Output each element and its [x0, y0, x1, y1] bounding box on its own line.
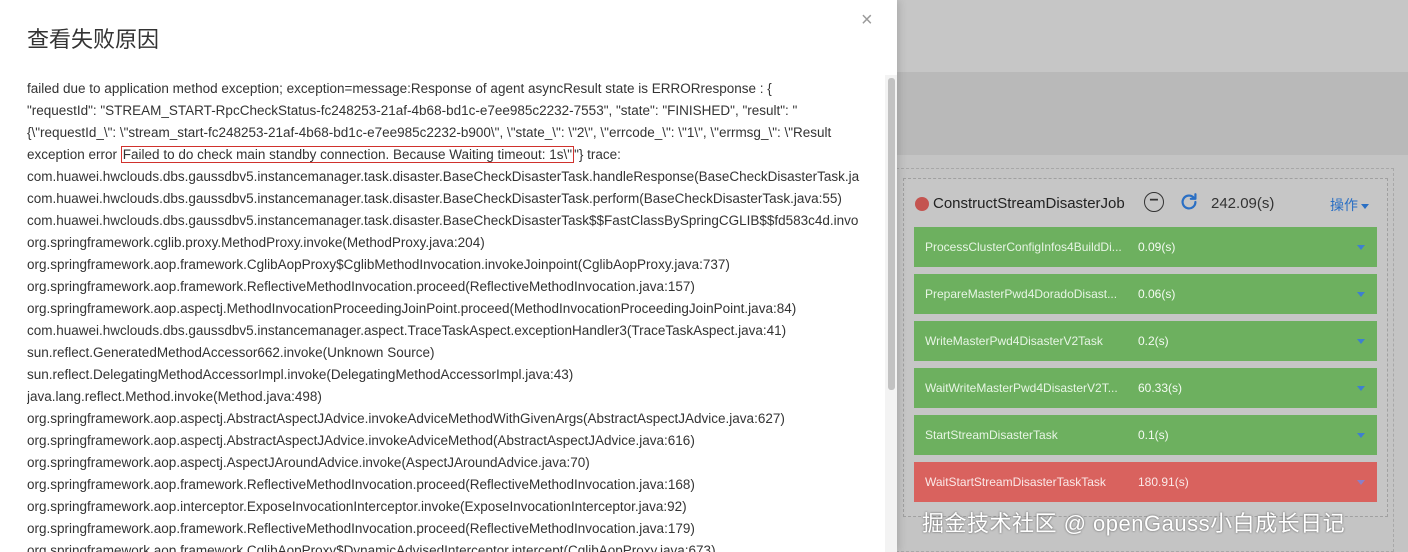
- task-time: 0.06(s): [1138, 287, 1176, 301]
- log-line: com.huawei.hwclouds.dbs.gaussdbv5.instan…: [27, 213, 859, 228]
- task-name: ProcessClusterConfigInfos4BuildDi...: [925, 240, 1122, 254]
- watermark: 掘金技术社区 @ openGauss小白成长日记: [922, 511, 1346, 536]
- job-elapsed-time: 242.09(s): [1211, 195, 1275, 212]
- job-header: ConstructStreamDisasterJob − 242.09(s) 操…: [914, 186, 1379, 222]
- task-row[interactable]: WriteMasterPwd4DisasterV2Task 0.2(s): [914, 321, 1377, 361]
- task-name: WriteMasterPwd4DisasterV2Task: [925, 334, 1103, 348]
- task-time: 0.2(s): [1138, 334, 1169, 348]
- log-line: sun.reflect.GeneratedMethodAccessor662.i…: [27, 345, 435, 360]
- log-line: com.huawei.hwclouds.dbs.gaussdbv5.instan…: [27, 323, 787, 338]
- operations-label: 操作: [1330, 197, 1358, 213]
- refresh-icon[interactable]: [1178, 191, 1200, 213]
- log-text: exception error: [27, 147, 121, 162]
- task-row[interactable]: PrepareMasterPwd4DoradoDisast... 0.06(s): [914, 274, 1377, 314]
- task-name: WaitStartStreamDisasterTaskTask: [925, 475, 1106, 489]
- job-status-dot: [915, 197, 929, 211]
- log-line-highlighted: exception error Failed to do check main …: [27, 145, 621, 165]
- error-log: failed due to application method excepti…: [27, 79, 887, 552]
- log-line: org.springframework.aop.framework.CglibA…: [27, 257, 730, 272]
- log-line: com.huawei.hwclouds.dbs.gaussdbv5.instan…: [27, 169, 860, 184]
- collapse-button[interactable]: −: [1144, 192, 1164, 212]
- task-row[interactable]: StartStreamDisasterTask 0.1(s): [914, 415, 1377, 455]
- chevron-down-icon[interactable]: [1357, 480, 1365, 485]
- log-line: org.springframework.aop.aspectj.Abstract…: [27, 411, 785, 426]
- task-name: WaitWriteMasterPwd4DisasterV2T...: [925, 381, 1118, 395]
- task-row[interactable]: ProcessClusterConfigInfos4BuildDi... 0.0…: [914, 227, 1377, 267]
- log-line: java.lang.reflect.Method.invoke(Method.j…: [27, 389, 322, 404]
- log-line: org.springframework.aop.framework.Reflec…: [27, 279, 695, 294]
- chevron-down-icon[interactable]: [1357, 245, 1365, 250]
- log-line: org.springframework.aop.aspectj.MethodIn…: [27, 301, 797, 316]
- task-name: PrepareMasterPwd4DoradoDisast...: [925, 287, 1118, 301]
- log-line: sun.reflect.DelegatingMethodAccessorImpl…: [27, 367, 574, 382]
- log-text: "} trace:: [574, 147, 621, 162]
- task-time: 60.33(s): [1138, 381, 1183, 395]
- task-row-failed[interactable]: WaitStartStreamDisasterTaskTask 180.91(s…: [914, 462, 1377, 502]
- chevron-down-icon[interactable]: [1357, 292, 1365, 297]
- log-line: failed due to application method excepti…: [27, 81, 772, 96]
- task-time: 180.91(s): [1138, 475, 1189, 489]
- log-line: org.springframework.aop.framework.Reflec…: [27, 521, 695, 536]
- task-time: 0.1(s): [1138, 428, 1169, 442]
- chevron-down-icon: [1361, 203, 1369, 209]
- chevron-down-icon[interactable]: [1357, 339, 1365, 344]
- highlighted-error: Failed to do check main standby connecti…: [120, 146, 575, 163]
- close-icon[interactable]: ×: [861, 9, 873, 32]
- operations-dropdown[interactable]: 操作: [1330, 195, 1369, 215]
- log-line: "requestId": "STREAM_START-RpcCheckStatu…: [27, 103, 798, 118]
- chevron-down-icon[interactable]: [1357, 433, 1365, 438]
- job-title: ConstructStreamDisasterJob: [933, 195, 1125, 212]
- chevron-down-icon[interactable]: [1357, 386, 1365, 391]
- log-line: com.huawei.hwclouds.dbs.gaussdbv5.instan…: [27, 191, 842, 206]
- log-line: org.springframework.aop.framework.Reflec…: [27, 477, 695, 492]
- log-line: {\"requestId_\": \"stream_start-fc248253…: [27, 125, 832, 140]
- log-line: org.springframework.aop.aspectj.AspectJA…: [27, 455, 590, 470]
- log-line: org.springframework.aop.framework.CglibA…: [27, 543, 716, 552]
- task-row[interactable]: WaitWriteMasterPwd4DisasterV2T... 60.33(…: [914, 368, 1377, 408]
- task-time: 0.09(s): [1138, 240, 1176, 254]
- log-line: org.springframework.aop.aspectj.Abstract…: [27, 433, 695, 448]
- log-line: org.springframework.cglib.proxy.MethodPr…: [27, 235, 485, 250]
- scrollbar-thumb[interactable]: [888, 78, 895, 390]
- log-line: org.springframework.aop.interceptor.Expo…: [27, 499, 687, 514]
- failure-reason-dialog: 查看失败原因 × failed due to application metho…: [0, 0, 897, 552]
- task-name: StartStreamDisasterTask: [925, 428, 1058, 442]
- dialog-title: 查看失败原因: [27, 28, 160, 53]
